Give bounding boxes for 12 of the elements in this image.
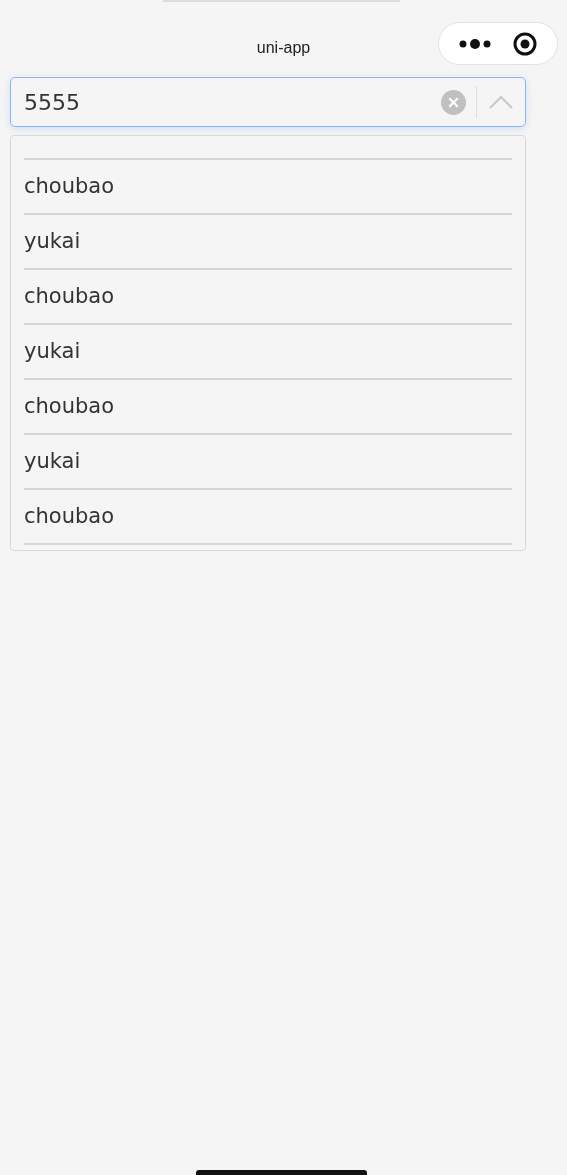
dropdown-option[interactable]: choubao	[24, 170, 115, 203]
dropdown-option[interactable]: yukai	[24, 335, 81, 368]
dropdown-option[interactable]: choubao	[24, 500, 115, 533]
more-icon[interactable]	[459, 37, 493, 50]
page-title: uni-app	[256, 38, 311, 58]
dropdown-option[interactable]: choubao	[24, 280, 115, 313]
dropdown-option[interactable]: yukai	[24, 445, 81, 478]
input-field[interactable]: 5555	[24, 85, 441, 119]
dropdown-option[interactable]: choubao	[24, 390, 115, 423]
close-icon[interactable]	[513, 31, 537, 56]
combo-field[interactable]: 5555	[10, 77, 526, 127]
dropdown-option[interactable]: yukai	[24, 225, 81, 258]
